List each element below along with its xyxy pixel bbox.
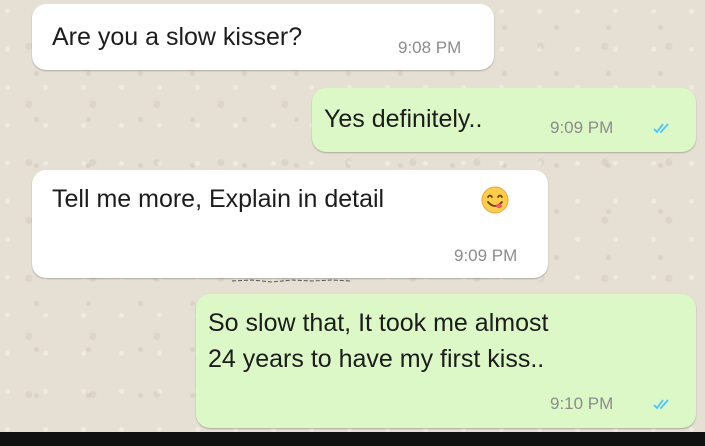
- message-text-line-2: 24 years to have my first kiss..: [208, 345, 545, 373]
- message-bubble-incoming[interactable]: Tell me more, Explain in detail 9:09 PM: [32, 170, 548, 278]
- message-bubble-incoming[interactable]: Are you a slow kisser? 9:08 PM: [32, 4, 494, 70]
- read-receipt-icon: [653, 123, 669, 134]
- message-text: Yes definitely..: [324, 105, 483, 133]
- read-receipt-icon: [653, 399, 669, 410]
- bottom-bar: [0, 432, 705, 446]
- scribble-mark: [232, 279, 350, 283]
- message-bubble-outgoing[interactable]: So slow that, It took me almost 24 years…: [196, 294, 696, 428]
- message-timestamp: 9:09 PM: [550, 118, 614, 137]
- message-text-line-1: So slow that, It took me almost: [208, 309, 549, 337]
- message-timestamp: 9:09 PM: [454, 246, 518, 265]
- message-text: Are you a slow kisser?: [52, 23, 303, 51]
- message-timestamp: 9:08 PM: [398, 38, 462, 57]
- message-text: Tell me more, Explain in detail: [52, 185, 385, 213]
- message-bubble-outgoing[interactable]: Yes definitely.. 9:09 PM: [312, 88, 696, 152]
- smiling-face-emoji-icon: [481, 186, 509, 214]
- message-timestamp: 9:10 PM: [550, 394, 614, 413]
